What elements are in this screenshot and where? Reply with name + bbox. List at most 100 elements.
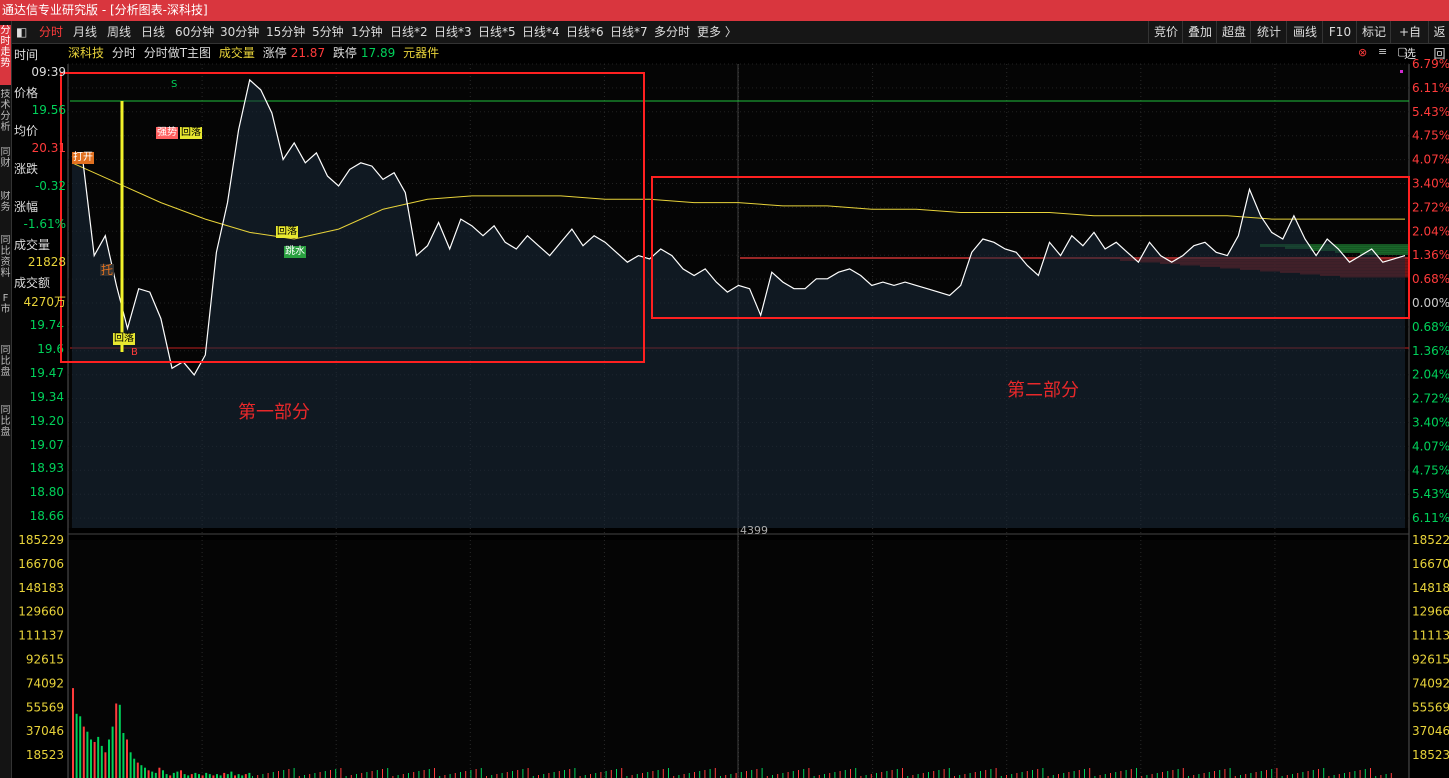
volume-bar-tail-80	[668, 768, 669, 778]
vol-tick-right-5: 92615	[1412, 653, 1449, 667]
volume-bar-tail-42	[470, 770, 472, 778]
limit-up-label: 涨停	[262, 46, 287, 60]
vol-tick-left-8: 37046	[26, 724, 64, 738]
volume-bar-tail-6	[283, 770, 285, 778]
price-tick-4: 19.20	[30, 414, 64, 428]
volume-bar-tail-97	[756, 769, 758, 778]
pct-tick-5: 3.40%	[1412, 177, 1449, 191]
volume-bar-3	[82, 726, 85, 778]
volume-bar-tail-133	[943, 769, 945, 778]
chart-info-bar: 深科技 分时 分时做T主图 成交量 涨停 21.87 跌停 17.89 元器件	[68, 44, 443, 62]
volume-bar-tail-12	[314, 773, 316, 778]
window-icon[interactable]: ▢	[1396, 46, 1408, 58]
avg-label: 均价	[14, 124, 39, 138]
volume-bar-15	[126, 739, 128, 778]
pct-tick-16: 4.07%	[1412, 439, 1449, 453]
change-value: -0.32	[34, 179, 66, 193]
volume-bar-tail-86	[699, 771, 701, 778]
volume-bar-28	[172, 772, 175, 778]
volume-bar-tail-186	[1219, 770, 1221, 778]
volume-bar-tail-152	[1042, 768, 1044, 778]
volume-bar-23	[154, 772, 157, 778]
volume-bar-tail-121	[881, 772, 883, 778]
volume-bar-tail-50	[512, 771, 513, 778]
volume-bar-tail-48	[501, 773, 503, 778]
volume-bar-tail-176	[1167, 771, 1169, 778]
pct-tick-4: 4.07%	[1412, 153, 1449, 167]
indicator-label[interactable]: 分时做T主图	[144, 46, 211, 60]
volume-bar-tail-78	[657, 770, 659, 778]
volume-bar-37	[205, 772, 208, 778]
volume-bar-tail-40	[460, 772, 461, 778]
volume-bar-tail-146	[1011, 774, 1013, 778]
volume-bar-2	[79, 716, 82, 778]
volume-bar-43	[226, 774, 229, 778]
volume-bar-tail-5	[278, 771, 279, 778]
pct-tick-9: 0.68%	[1412, 272, 1449, 286]
volume-bar-tail-13	[319, 772, 321, 778]
volume-bar-tail-25	[382, 769, 383, 778]
volume-bar-tail-183	[1203, 773, 1205, 778]
volume-bar-tail-62	[574, 768, 576, 778]
volume-bar-tail-142	[990, 769, 992, 778]
volume-bar-48	[244, 774, 247, 778]
volume-bar-tail-200	[1292, 774, 1293, 778]
vol-tick-right-1: 166706	[1412, 557, 1449, 571]
avg-value: 20.31	[31, 141, 66, 155]
volume-bar-tail-17	[340, 768, 342, 778]
volume-bar-tail-209	[1338, 774, 1340, 778]
volume-bar-tail-178	[1177, 769, 1179, 778]
pct-tick-7: 2.04%	[1412, 224, 1449, 238]
menu-icon[interactable]: ≡	[1377, 46, 1388, 58]
sector-label[interactable]: 元器件	[403, 46, 439, 60]
volume-bar-tail-53	[527, 768, 529, 778]
volume-bar-tail-213	[1359, 770, 1361, 778]
amount-label: 成交额	[14, 276, 51, 290]
intraday-chart[interactable]: 19.74 19.6 19.47 19.34 19.20 19.07 18.93 18.80 1…	[0, 0, 1449, 778]
part-two-label: 第二部分	[1007, 380, 1079, 401]
price-tick-2: 19.47	[30, 366, 64, 380]
volume-bar-tail-143	[995, 768, 997, 778]
volume-bar-tail-110	[824, 774, 825, 778]
volume-bar-tail-96	[751, 770, 753, 778]
volume-bar-tail-29	[402, 774, 404, 778]
volume-bar-tail-65	[590, 774, 591, 778]
limit-up-value: 21.87	[290, 46, 326, 60]
volume-bar-38	[208, 774, 211, 778]
volume-bar-tail-32	[418, 771, 420, 778]
pct-tick-14: 2.72%	[1412, 392, 1449, 406]
corner-dot	[1400, 70, 1403, 73]
volume-bar-tail-134	[948, 768, 950, 778]
price-value: 19.56	[31, 103, 66, 117]
price-tick-5: 19.07	[30, 438, 64, 452]
volume-bar-tail-138	[969, 773, 971, 778]
volume-bar-tail-2	[262, 774, 264, 778]
volume-bar-tail-56	[543, 774, 545, 778]
vol-tick-left-7: 55569	[26, 700, 64, 714]
tuo-tag: 托	[100, 263, 115, 277]
volume-indicator[interactable]: 成交量	[219, 46, 255, 60]
volume-bar-tail-120	[876, 773, 877, 778]
volume-bar-6	[93, 742, 96, 778]
pct-tick-18: 5.43%	[1412, 487, 1449, 501]
volume-bar-tail-49	[506, 772, 508, 778]
volume-bar-tail-177	[1172, 770, 1174, 778]
volume-bar-tail-194	[1260, 771, 1262, 778]
volume-bar-tail-173	[1151, 774, 1153, 778]
volume-bar-1	[75, 713, 78, 778]
volume-bar-5	[90, 739, 92, 778]
close-icon[interactable]: ⊗	[1357, 47, 1368, 59]
volume-bar-tail-76	[647, 772, 649, 778]
volume-bar-tail-93	[735, 773, 737, 778]
volume-bar-tail-157	[1068, 772, 1070, 778]
volume-bar-tail-52	[522, 769, 524, 778]
vol-tick-right-8: 37046	[1412, 724, 1449, 738]
limit-down-value: 17.89	[360, 46, 396, 60]
volume-value: 21828	[27, 255, 66, 269]
volume-bar-tail-116	[855, 768, 857, 778]
volume-bar-tail-182	[1198, 774, 1200, 778]
stock-name[interactable]: 深科技	[68, 46, 104, 60]
volume-bar-42	[223, 772, 226, 778]
volume-bar-tail-122	[886, 771, 888, 778]
volume-bar-tail-188	[1229, 768, 1231, 778]
